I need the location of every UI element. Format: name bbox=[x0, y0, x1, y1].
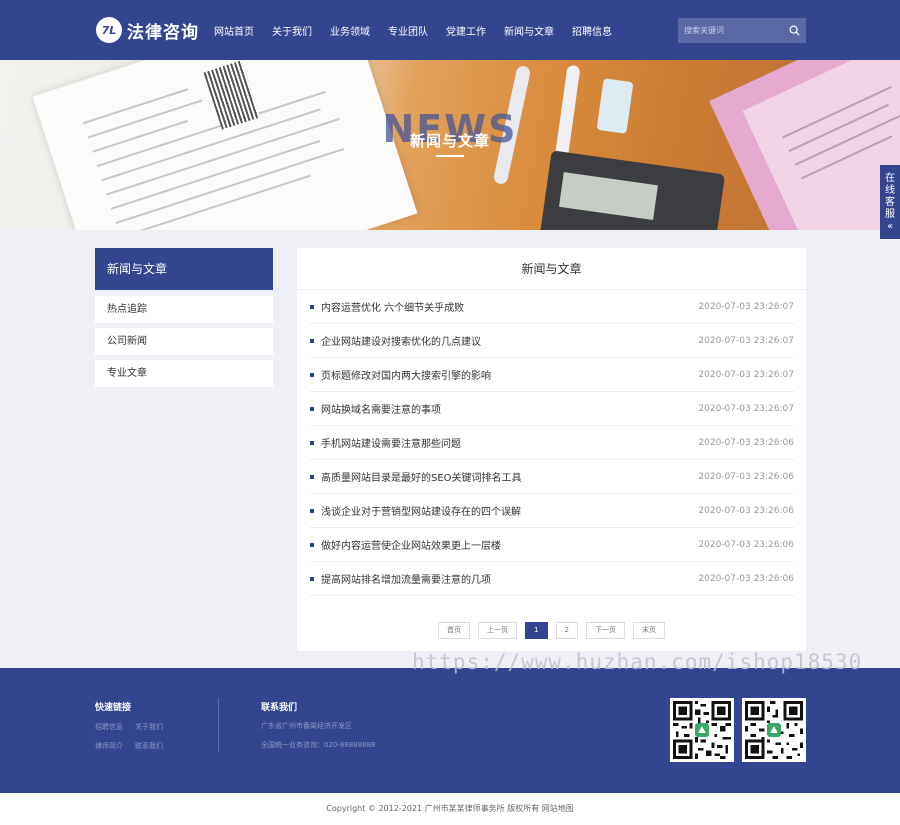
bullet-icon bbox=[310, 304, 314, 309]
article-title[interactable]: 内容运营优化 六个细节关乎成败 bbox=[321, 299, 698, 314]
bullet-icon bbox=[310, 338, 314, 343]
footer-link-jobs[interactable]: 招聘信息 bbox=[95, 722, 123, 732]
article-title[interactable]: 高质量网站目录是最好的SEO关键词排名工具 bbox=[321, 469, 698, 484]
bullet-icon bbox=[310, 542, 314, 547]
article-date: 2020-07-03 23:26:07 bbox=[698, 369, 794, 380]
article-date: 2020-07-03 23:26:06 bbox=[698, 573, 794, 584]
nav-business[interactable]: 业务领域 bbox=[330, 23, 370, 38]
article-title[interactable]: 提高网站排名增加流量需要注意的几项 bbox=[321, 571, 698, 586]
article-row[interactable]: 网站换域名需要注意的事项 2020-07-03 23:26:07 bbox=[310, 392, 794, 426]
service-tab-char: 服 bbox=[885, 209, 895, 220]
article-date: 2020-07-03 23:26:07 bbox=[698, 301, 794, 312]
bullet-icon bbox=[310, 406, 314, 411]
article-title[interactable]: 做好内容运营使企业网站效果更上一层楼 bbox=[321, 537, 698, 552]
nav-team[interactable]: 专业团队 bbox=[388, 23, 428, 38]
pager-next[interactable]: 下一页 bbox=[585, 622, 625, 639]
footer-link-about[interactable]: 关于我们 bbox=[135, 722, 163, 732]
pager-prev[interactable]: 上一页 bbox=[478, 622, 518, 639]
pager-first[interactable]: 首页 bbox=[438, 622, 471, 639]
service-tab-char: 客 bbox=[885, 197, 895, 208]
footer-link-lawyers[interactable]: 律师简介 bbox=[95, 741, 123, 751]
bullet-icon bbox=[310, 440, 314, 445]
search-icon bbox=[789, 25, 800, 36]
article-row[interactable]: 内容运营优化 六个细节关乎成败 2020-07-03 23:26:07 bbox=[310, 290, 794, 324]
banner-underline bbox=[436, 155, 464, 157]
banner-title: 新闻与文章 bbox=[409, 132, 490, 150]
pager-last[interactable]: 末页 bbox=[632, 622, 665, 639]
nav-news[interactable]: 新闻与文章 bbox=[504, 23, 554, 38]
sidebar-item-company-news[interactable]: 公司新闻 bbox=[95, 328, 273, 355]
article-row[interactable]: 企业网站建设对搜索优化的几点建议 2020-07-03 23:26:07 bbox=[310, 324, 794, 358]
pager-page-2[interactable]: 2 bbox=[555, 622, 578, 639]
article-title[interactable]: 页标题修改对国内两大搜索引擎的影响 bbox=[321, 367, 698, 382]
article-row[interactable]: 浅谈企业对于营销型网站建设存在的四个误解 2020-07-03 23:26:06 bbox=[310, 494, 794, 528]
article-row[interactable]: 提高网站排名增加流量需要注意的几项 2020-07-03 23:26:06 bbox=[310, 562, 794, 596]
search-input[interactable] bbox=[678, 18, 782, 43]
footer-phone: 全国统一业务咨询：020-88888888 bbox=[261, 741, 376, 749]
page-banner: NEWS 新闻与文章 bbox=[0, 60, 900, 230]
service-tab-char: 在 bbox=[885, 173, 895, 184]
article-date: 2020-07-03 23:26:06 bbox=[698, 471, 794, 482]
article-row[interactable]: 做好内容运营使企业网站效果更上一层楼 2020-07-03 23:26:06 bbox=[310, 528, 794, 562]
article-row[interactable]: 高质量网站目录是最好的SEO关键词排名工具 2020-07-03 23:26:0… bbox=[310, 460, 794, 494]
watermark-text: https://www.huzhan.com/ishop18530 bbox=[412, 650, 863, 674]
logo-mark-icon: 7L bbox=[96, 17, 122, 43]
site-logo[interactable]: 7L 法律咨询 bbox=[96, 16, 199, 44]
pager-page-1[interactable]: 1 bbox=[525, 622, 548, 639]
site-header: 7L 法律咨询 网站首页 关于我们 业务领域 专业团队 党建工作 新闻与文章 招… bbox=[0, 0, 900, 60]
article-title[interactable]: 手机网站建设需要注意那些问题 bbox=[321, 435, 698, 450]
article-date: 2020-07-03 23:26:06 bbox=[698, 437, 794, 448]
online-service-tab[interactable]: 在 线 客 服 « bbox=[880, 165, 900, 239]
qr-code-image bbox=[742, 698, 806, 762]
nav-home[interactable]: 网站首页 bbox=[214, 23, 254, 38]
site-footer: 快速链接 招聘信息 关于我们 律师简介 联系我们 联系我们 广东省广州市番禺经济… bbox=[0, 668, 900, 793]
footer-divider bbox=[218, 698, 219, 752]
article-date: 2020-07-03 23:26:07 bbox=[698, 335, 794, 346]
nav-about[interactable]: 关于我们 bbox=[272, 23, 312, 38]
footer-link-contact[interactable]: 联系我们 bbox=[135, 741, 163, 751]
qr-code-image bbox=[670, 698, 734, 762]
bullet-icon bbox=[310, 508, 314, 513]
article-title[interactable]: 浅谈企业对于营销型网站建设存在的四个误解 bbox=[321, 503, 698, 518]
main-nav: 网站首页 关于我们 业务领域 专业团队 党建工作 新闻与文章 招聘信息 bbox=[205, 0, 621, 60]
article-row[interactable]: 页标题修改对国内两大搜索引擎的影响 2020-07-03 23:26:07 bbox=[310, 358, 794, 392]
article-date: 2020-07-03 23:26:06 bbox=[698, 505, 794, 516]
article-list-panel: 新闻与文章 内容运营优化 六个细节关乎成败 2020-07-03 23:26:0… bbox=[297, 248, 806, 651]
footer-links-heading: 快速链接 bbox=[95, 703, 132, 713]
article-date: 2020-07-03 23:26:07 bbox=[698, 403, 794, 414]
pagination: 首页 上一页 1 2 下一页 末页 bbox=[297, 622, 806, 639]
article-title[interactable]: 企业网站建设对搜索优化的几点建议 bbox=[321, 333, 698, 348]
collapse-icon: « bbox=[886, 221, 894, 232]
article-date: 2020-07-03 23:26:06 bbox=[698, 539, 794, 550]
service-tab-char: 线 bbox=[885, 185, 895, 196]
bullet-icon bbox=[310, 576, 314, 581]
bullet-icon bbox=[310, 372, 314, 377]
panel-title: 新闻与文章 bbox=[297, 248, 806, 290]
banner-calculator-image bbox=[539, 150, 726, 230]
logo-text: 法律咨询 bbox=[127, 22, 199, 43]
footer-contact-heading: 联系我们 bbox=[261, 703, 298, 713]
nav-jobs[interactable]: 招聘信息 bbox=[572, 23, 612, 38]
search-button[interactable] bbox=[782, 18, 806, 43]
sidebar-heading: 新闻与文章 bbox=[95, 248, 273, 290]
search-box bbox=[678, 18, 806, 43]
footer-address: 广东省广州市番禺经济开发区 bbox=[261, 722, 352, 730]
article-row[interactable]: 手机网站建设需要注意那些问题 2020-07-03 23:26:06 bbox=[310, 426, 794, 460]
article-title[interactable]: 网站换域名需要注意的事项 bbox=[321, 401, 698, 416]
sidebar-item-hot[interactable]: 热点追踪 bbox=[95, 296, 273, 323]
sidebar-item-articles[interactable]: 专业文章 bbox=[95, 360, 273, 387]
bullet-icon bbox=[310, 474, 314, 479]
copyright-bar: Copyright © 2012-2021 广州市某某律师事务所 版权所有 网站… bbox=[0, 793, 900, 825]
nav-party[interactable]: 党建工作 bbox=[446, 23, 486, 38]
